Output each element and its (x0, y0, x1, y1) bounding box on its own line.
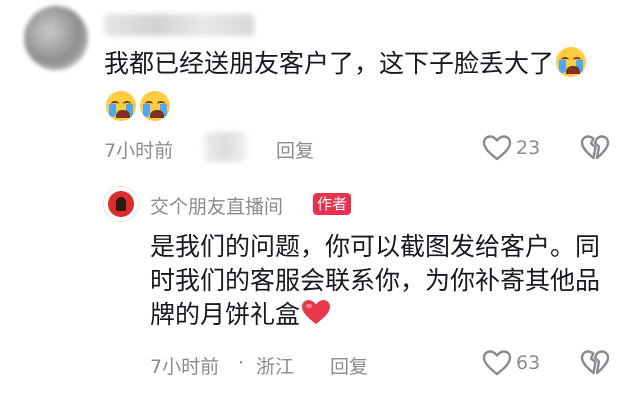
comment-text-body: 我都已经送朋友客户了，这下子脸丢大了 (104, 49, 555, 78)
crying-face-emoji-icon (556, 47, 587, 77)
reply-time: 7小时前 (150, 356, 220, 378)
reply-dislike-icon[interactable] (580, 349, 610, 377)
reply-line-3-row: 牌的月饼礼盒 (150, 298, 630, 335)
reply-line-2: 时我们的客服会联系你，为你补寄其他品 (150, 266, 601, 295)
reply-line-3: 牌的月饼礼盒 (150, 300, 301, 329)
crying-face-emoji-icon (140, 91, 170, 121)
comment-dislike-icon[interactable] (580, 134, 610, 162)
reply-like-icon[interactable] (482, 349, 512, 377)
red-heart-emoji-icon (300, 298, 332, 335)
reply-separator: · (238, 352, 245, 374)
comment-emoji-row (104, 91, 170, 121)
comment-location-redacted (204, 132, 246, 162)
comment-like-icon[interactable] (482, 134, 512, 162)
reply-location: 浙江 (256, 356, 295, 378)
author-name[interactable]: 交个朋友直播间 (150, 192, 283, 219)
author-avatar[interactable] (103, 186, 139, 222)
reply-line-1: 是我们的问题，你可以截图发给客户。同 (150, 232, 601, 261)
reply-text: 是我们的问题，你可以截图发给客户。同 时我们的客服会联系你，为你补寄其他品 牌的… (150, 230, 630, 335)
comment-time: 7小时前 (104, 140, 174, 162)
commenter-name-redacted[interactable] (104, 14, 254, 36)
comment-reply-button[interactable]: 回复 (276, 136, 314, 163)
comment-like-count: 23 (516, 137, 541, 159)
crying-face-emoji-icon (106, 91, 136, 121)
reply-like-count: 63 (516, 352, 541, 374)
comment-text: 我都已经送朋友客户了，这下子脸丢大了 (104, 47, 587, 81)
commenter-avatar[interactable] (24, 6, 88, 70)
reply-reply-button[interactable]: 回复 (330, 352, 368, 379)
author-badge: 作者 (313, 193, 352, 215)
